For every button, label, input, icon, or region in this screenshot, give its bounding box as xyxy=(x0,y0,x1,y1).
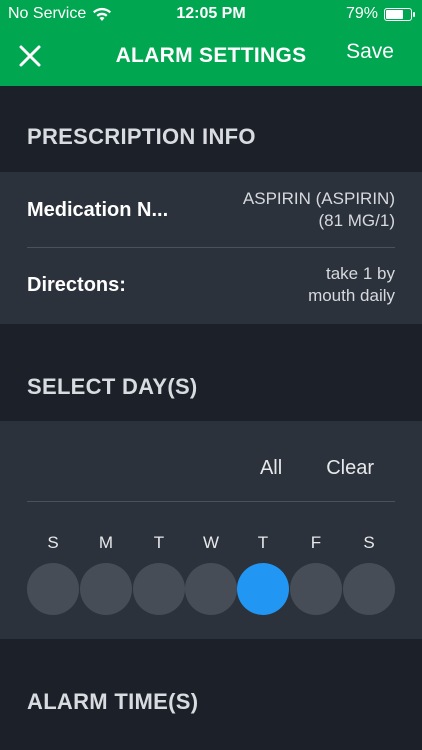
day-letter: T xyxy=(153,533,165,552)
section-header-select-days: SELECT DAY(S) xyxy=(27,374,198,399)
day-letter: S xyxy=(47,533,59,552)
day-sunday: S xyxy=(27,533,79,615)
section-header-alarm-time: ALARM TIME(S) xyxy=(27,689,199,714)
divider xyxy=(27,501,395,502)
divider xyxy=(27,247,395,248)
day-actions: All Clear xyxy=(260,457,374,480)
select-days-card: All Clear S M T W T F S xyxy=(0,421,422,639)
section-header-prescription: PRESCRIPTION INFO xyxy=(27,124,256,149)
status-bar: No Service 12:05 PM 79% xyxy=(0,0,422,28)
medication-row: Medication N... ASPIRIN (ASPIRIN) (81 MG… xyxy=(27,186,395,234)
day-wednesday: W xyxy=(185,533,237,615)
day-toggle[interactable] xyxy=(237,563,289,615)
day-toggle[interactable] xyxy=(185,563,237,615)
day-toggle[interactable] xyxy=(290,563,342,615)
day-letter: W xyxy=(202,533,220,552)
day-letter: F xyxy=(310,533,322,552)
day-toggle[interactable] xyxy=(133,563,185,615)
select-days-section: SELECT DAY(S) xyxy=(0,324,422,421)
nav-bar: ALARM SETTINGS Save xyxy=(0,28,422,86)
day-tuesday: T xyxy=(133,533,185,615)
day-friday: F xyxy=(290,533,342,615)
directions-label: Directons: xyxy=(27,273,126,296)
day-saturday: S xyxy=(343,533,395,615)
directions-row: Directons: take 1 by mouth daily xyxy=(27,261,395,309)
day-monday: M xyxy=(80,533,132,615)
battery-icon xyxy=(384,7,415,21)
select-all-button[interactable]: All xyxy=(260,457,282,480)
day-letter: M xyxy=(98,533,114,552)
prescription-info-section: PRESCRIPTION INFO xyxy=(0,86,422,172)
prescription-card: Medication N... ASPIRIN (ASPIRIN) (81 MG… xyxy=(0,172,422,324)
day-toggle[interactable] xyxy=(343,563,395,615)
day-letter: S xyxy=(363,533,375,552)
medication-value: ASPIRIN (ASPIRIN) (81 MG/1) xyxy=(242,189,395,230)
clear-button[interactable]: Clear xyxy=(326,457,374,480)
directions-value: take 1 by mouth daily xyxy=(308,264,395,305)
day-toggle[interactable] xyxy=(80,563,132,615)
day-picker: S M T W T F S xyxy=(27,533,395,615)
battery-percent: 79% xyxy=(345,5,378,22)
medication-label: Medication N... xyxy=(27,198,169,221)
day-toggle[interactable] xyxy=(27,563,79,615)
alarm-time-section: ALARM TIME(S) xyxy=(0,639,422,750)
day-thursday: T xyxy=(237,533,289,615)
save-button[interactable]: Save xyxy=(346,40,394,64)
day-letter: T xyxy=(257,533,269,552)
